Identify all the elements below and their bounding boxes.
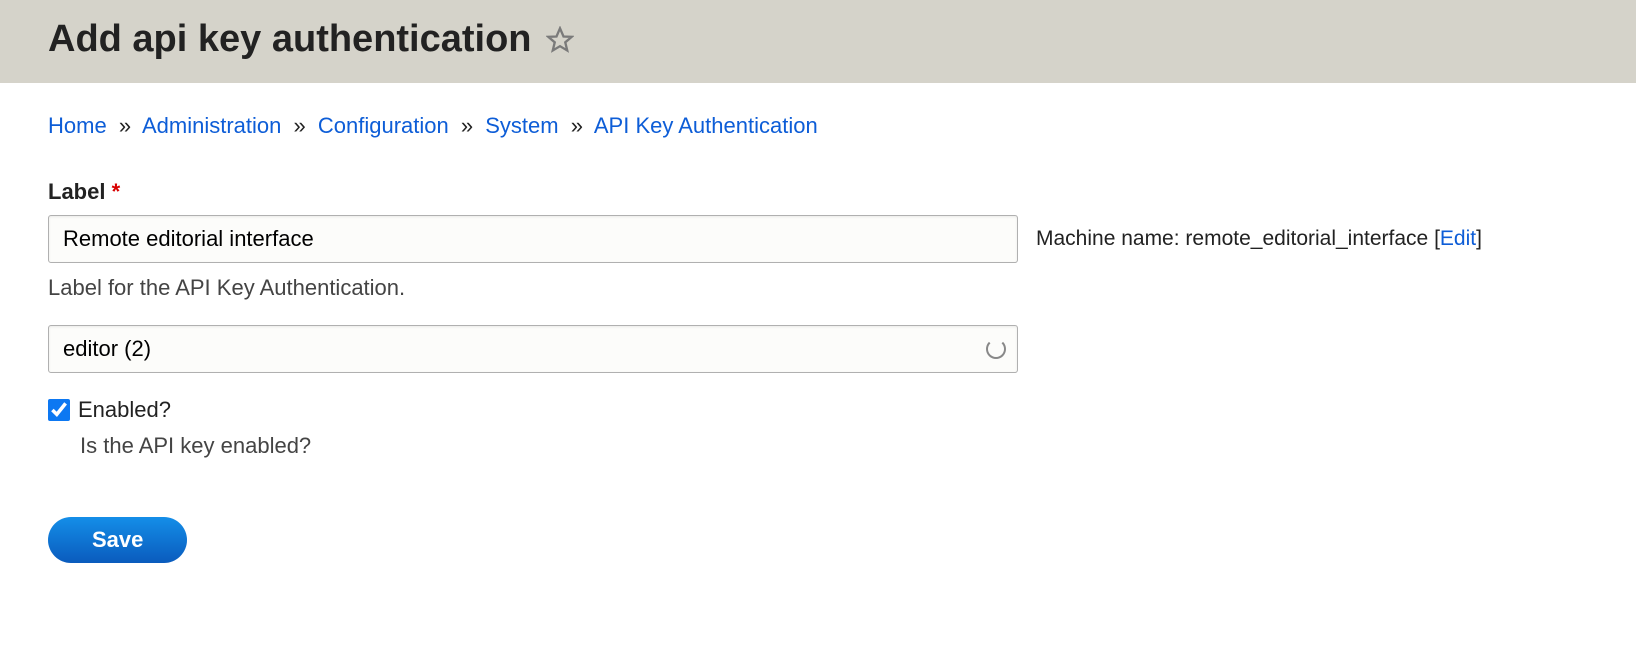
- content-region: Home » Administration » Configuration » …: [0, 83, 1636, 593]
- enabled-checkbox[interactable]: [48, 399, 70, 421]
- breadcrumb-link-home[interactable]: Home: [48, 113, 107, 138]
- enabled-checkbox-label[interactable]: Enabled?: [78, 397, 171, 423]
- form-item-user: [48, 325, 1588, 373]
- label-text: Label: [48, 179, 105, 204]
- breadcrumb-separator: »: [461, 113, 473, 138]
- machine-name-bracket-close: ]: [1476, 227, 1482, 250]
- breadcrumb-link-administration[interactable]: Administration: [142, 113, 281, 138]
- label-input-row: Machine name: remote_editorial_interface…: [48, 215, 1588, 263]
- machine-name-bracket-open: [: [1428, 227, 1440, 250]
- breadcrumb: Home » Administration » Configuration » …: [48, 113, 1588, 139]
- required-indicator: *: [112, 179, 121, 204]
- enabled-checkbox-row: Enabled?: [48, 397, 1588, 423]
- enabled-description: Is the API key enabled?: [80, 433, 1588, 459]
- loading-spinner-icon: [986, 339, 1006, 359]
- machine-name-value: remote_editorial_interface: [1185, 227, 1428, 250]
- breadcrumb-separator: »: [571, 113, 583, 138]
- user-input[interactable]: [48, 325, 1018, 373]
- label-input[interactable]: [48, 215, 1018, 263]
- page-title: Add api key authentication: [48, 18, 532, 61]
- breadcrumb-separator: »: [119, 113, 131, 138]
- label-field-label: Label *: [48, 179, 1588, 205]
- star-icon[interactable]: [546, 26, 574, 54]
- breadcrumb-link-system[interactable]: System: [485, 113, 558, 138]
- save-button[interactable]: Save: [48, 517, 187, 563]
- page-header: Add api key authentication: [0, 0, 1636, 83]
- breadcrumb-link-api-key-auth[interactable]: API Key Authentication: [594, 113, 818, 138]
- breadcrumb-link-configuration[interactable]: Configuration: [318, 113, 449, 138]
- form-item-label: Label * Machine name: remote_editorial_i…: [48, 179, 1588, 301]
- label-field-description: Label for the API Key Authentication.: [48, 275, 1588, 301]
- machine-name-prefix: Machine name:: [1036, 227, 1185, 250]
- machine-name-suffix: Machine name: remote_editorial_interface…: [1036, 227, 1482, 251]
- form-item-enabled: Enabled? Is the API key enabled?: [48, 397, 1588, 459]
- machine-name-edit-link[interactable]: Edit: [1440, 227, 1476, 250]
- breadcrumb-separator: »: [293, 113, 305, 138]
- user-autocomplete-wrap: [48, 325, 1018, 373]
